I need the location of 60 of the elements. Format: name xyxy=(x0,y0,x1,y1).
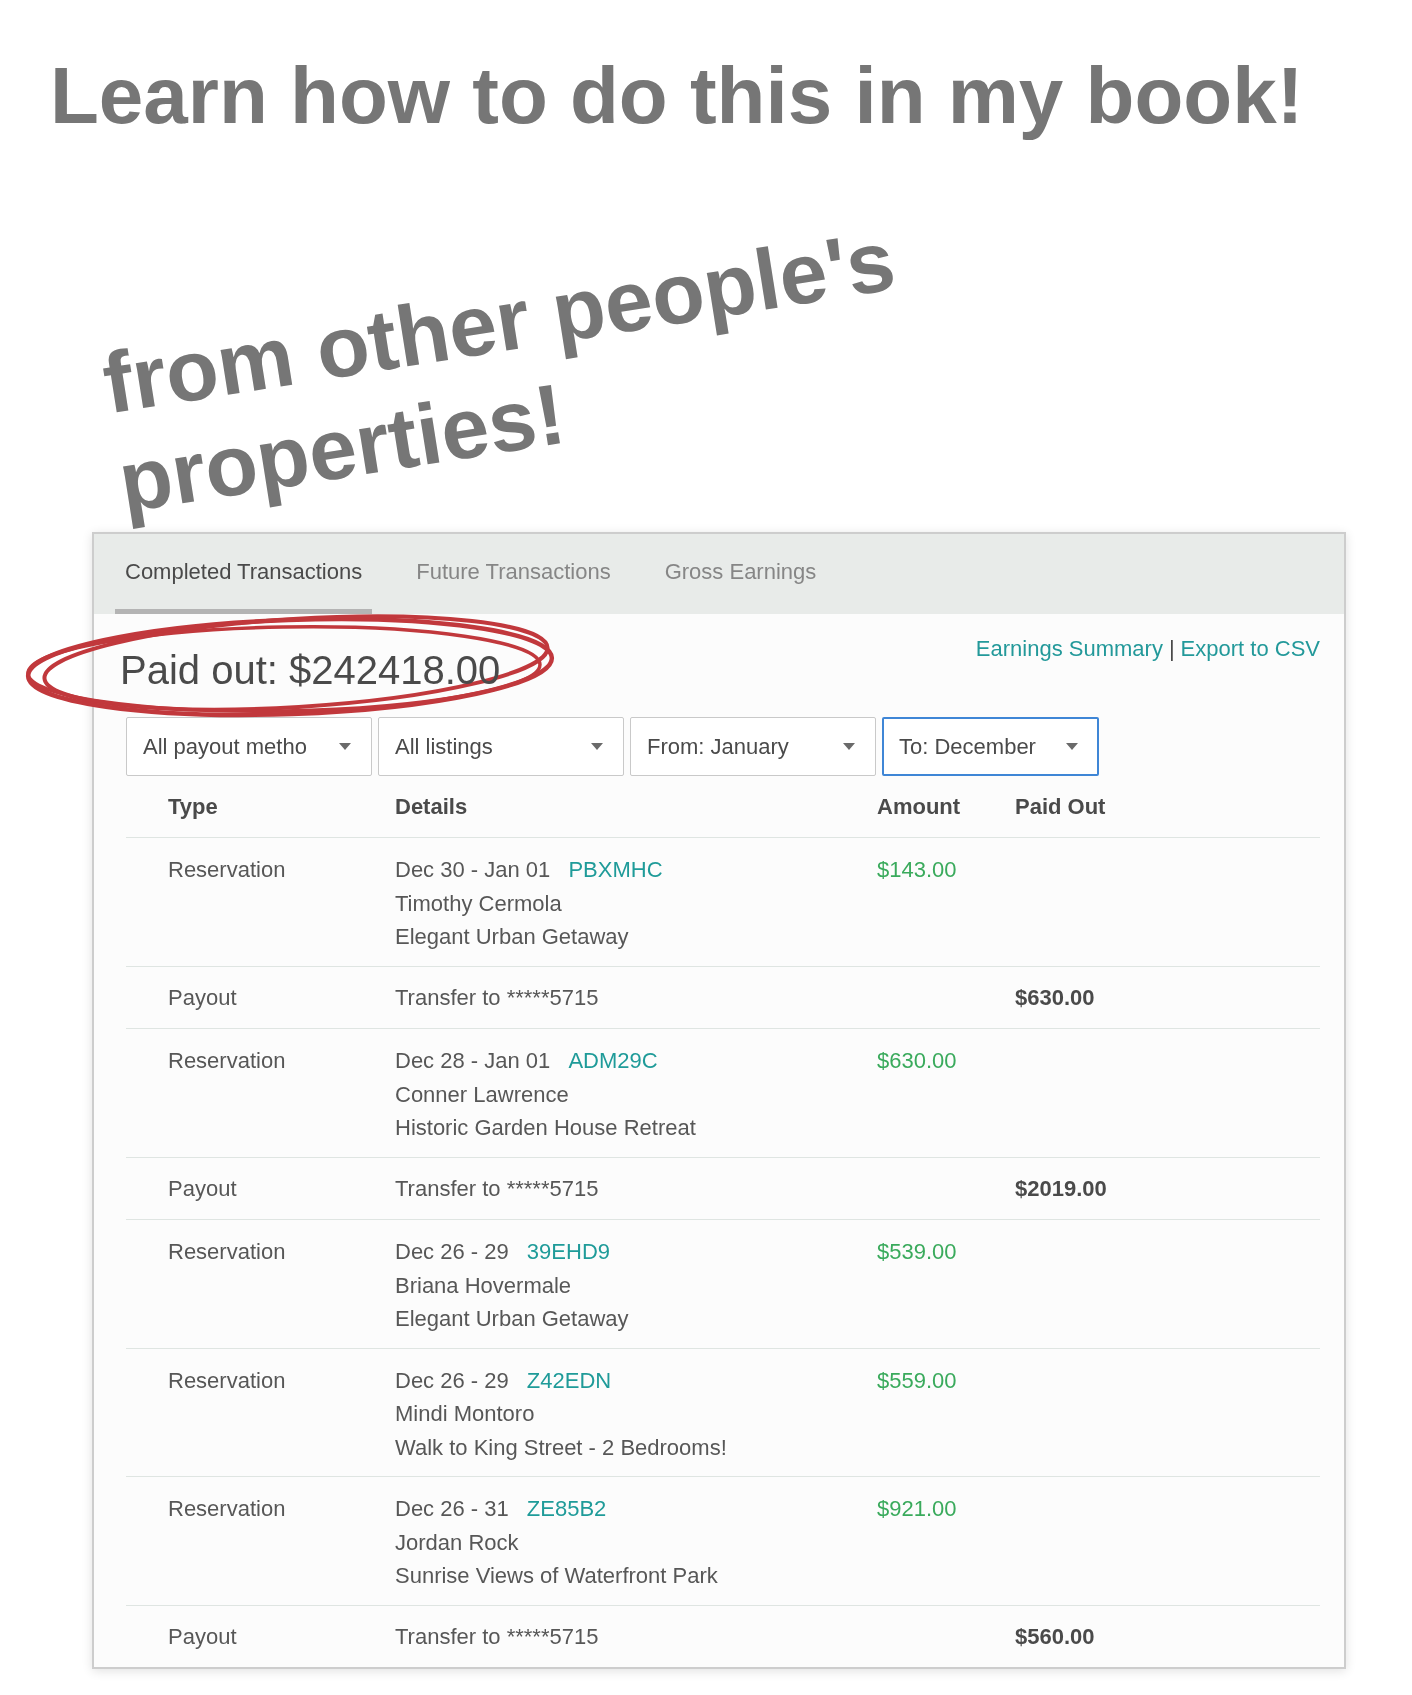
caret-icon xyxy=(843,743,855,750)
reservation-dates: Dec 26 - 29 xyxy=(395,1239,509,1264)
column-header: Paid Out xyxy=(1015,793,1106,820)
listing-name: Elegant Urban Getaway xyxy=(395,1306,629,1331)
paid-out-amount: $630.00 xyxy=(1015,984,1095,1010)
confirmation-code-link[interactable]: Z42EDN xyxy=(526,1367,612,1393)
text-link[interactable]: Earnings Summary xyxy=(975,635,1163,663)
reservation-dates: Dec 26 - 29 xyxy=(395,1367,509,1393)
tab[interactable]: Future Transactions xyxy=(406,534,621,614)
filter-dropdown[interactable]: From: January xyxy=(630,717,876,776)
transfer-details: Transfer to *****5715 xyxy=(395,1175,599,1201)
transfer-details: Transfer to *****5715 xyxy=(395,984,599,1010)
transaction-type: Payout xyxy=(168,1622,237,1651)
filter-dropdown[interactable]: All payout metho xyxy=(126,717,372,776)
filter-dropdown[interactable]: All listings xyxy=(378,717,624,776)
confirmation-code-link[interactable]: ZE85B2 xyxy=(526,1496,607,1521)
text-link[interactable]: Export to CSV xyxy=(1180,635,1320,663)
transaction-type: Payout xyxy=(168,1174,237,1203)
transaction-type: Reservation xyxy=(168,856,286,884)
guest-name: Mindi Montoro xyxy=(395,1401,535,1426)
reservation-dates: Dec 28 - Jan 01 xyxy=(395,1048,551,1073)
paid-out-amount: $2019.00 xyxy=(1015,1175,1107,1201)
subheadline: from other people's properties! xyxy=(96,210,903,533)
guest-name: Conner Lawrence xyxy=(395,1081,569,1107)
guest-name: Jordan Rock xyxy=(395,1529,519,1555)
transaction-type: Reservation xyxy=(168,1047,286,1075)
paid-out-amount: $560.00 xyxy=(1015,1623,1095,1649)
listing-name: Elegant Urban Getaway xyxy=(395,924,629,949)
confirmation-code-link[interactable]: ADM29C xyxy=(568,1048,658,1073)
column-header: Details xyxy=(395,793,468,820)
tab[interactable]: Gross Earnings xyxy=(654,534,827,614)
reservation-dates: Dec 30 - Jan 01 xyxy=(395,857,551,882)
filter-dropdown[interactable]: To: December xyxy=(882,717,1099,776)
listing-name: Walk to King Street - 2 Bedrooms! xyxy=(395,1434,727,1460)
transfer-details: Transfer to *****5715 xyxy=(395,1623,599,1649)
transaction-amount: $539.00 xyxy=(877,1239,957,1264)
caret-icon xyxy=(339,743,351,750)
transaction-amount: $921.00 xyxy=(877,1496,957,1521)
guest-name: Timothy Cermola xyxy=(395,890,562,916)
listing-name: Historic Garden House Retreat xyxy=(395,1115,696,1140)
headline: Learn how to do this in my book! xyxy=(50,50,1304,142)
transaction-amount: $143.00 xyxy=(877,857,957,882)
guest-name: Briana Hovermale xyxy=(395,1272,572,1298)
transaction-amount: $630.00 xyxy=(877,1048,957,1073)
caret-icon xyxy=(1066,743,1078,750)
reservation-dates: Dec 26 - 31 xyxy=(395,1496,509,1521)
paid-out-total: Paid out: $242418.00 xyxy=(120,647,501,694)
link-separator: | xyxy=(1168,635,1175,663)
transaction-type: Reservation xyxy=(168,1495,286,1523)
tab[interactable]: Completed Transactions xyxy=(115,534,373,614)
transaction-type: Payout xyxy=(168,983,237,1012)
transaction-amount: $559.00 xyxy=(877,1367,957,1393)
confirmation-code-link[interactable]: 39EHD9 xyxy=(526,1239,610,1264)
transaction-type: Reservation xyxy=(168,1366,286,1395)
listing-name: Sunrise Views of Waterfront Park xyxy=(395,1563,718,1588)
column-header: Type xyxy=(168,793,218,820)
caret-icon xyxy=(591,743,603,750)
confirmation-code-link[interactable]: PBXMHC xyxy=(568,857,663,882)
column-header: Amount xyxy=(877,793,961,820)
transaction-type: Reservation xyxy=(168,1238,286,1266)
